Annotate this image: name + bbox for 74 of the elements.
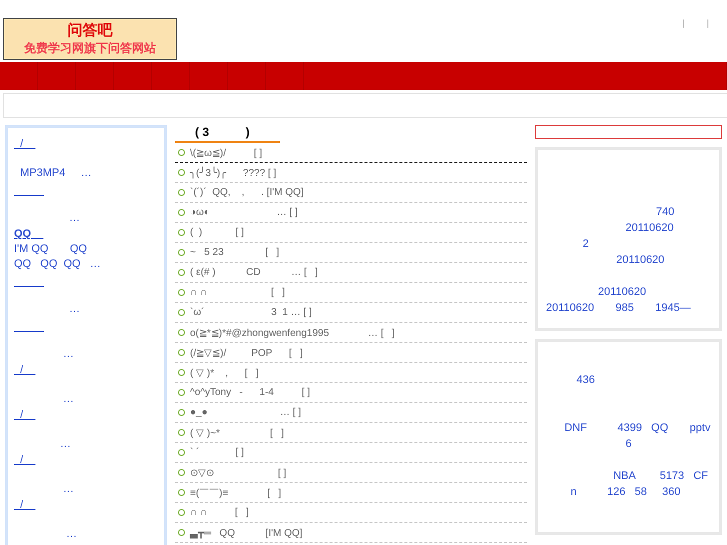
info-text: 6 bbox=[624, 437, 633, 452]
post-link[interactable]: ( ▽ )~* [ ] bbox=[190, 426, 284, 438]
sidebar-link[interactable]: / bbox=[14, 408, 36, 422]
bullet-icon bbox=[178, 189, 185, 196]
sidebar-link[interactable]: / bbox=[14, 363, 36, 377]
post-link[interactable]: ◑ω◐ … [ ] bbox=[190, 207, 298, 218]
info-text: 20110620 bbox=[615, 253, 666, 268]
bullet-icon bbox=[178, 349, 185, 356]
bullet-icon bbox=[178, 269, 185, 276]
sidebar-text: I'M QQ QQ bbox=[14, 242, 88, 257]
bullet-icon bbox=[178, 429, 185, 436]
bullet-icon bbox=[178, 209, 185, 216]
post-link[interactable]: ⊙▽⊙ [ ] bbox=[190, 466, 286, 478]
logo-title: 问答吧 bbox=[68, 22, 112, 40]
post-link[interactable]: ╮(╯3╰)╭ ???? [ ] bbox=[190, 166, 276, 178]
sidebar-link[interactable]: / bbox=[14, 498, 36, 512]
bullet-icon bbox=[178, 449, 185, 456]
post-link[interactable]: ^o^yTony - 1-4 [ ] bbox=[190, 387, 310, 398]
post-link[interactable]: ●_● … [ ] bbox=[190, 407, 301, 418]
post-link[interactable]: o(≧*≦)*#@zhongwenfeng1995 … [ ] bbox=[190, 326, 395, 338]
sidebar-text: … bbox=[68, 302, 82, 317]
info-text: 20110620 bbox=[624, 221, 675, 236]
bullet-icon bbox=[178, 229, 185, 236]
info-text: 740 bbox=[655, 205, 676, 220]
post-link[interactable]: ≡(￣￣)≡ [ ] bbox=[190, 486, 282, 500]
sidebar-link[interactable]: QQ bbox=[14, 227, 44, 241]
sidebar-text: … bbox=[62, 392, 75, 407]
bullet-icon bbox=[178, 289, 185, 296]
sidebar-text: … bbox=[62, 482, 75, 497]
bullet-icon bbox=[178, 149, 185, 156]
bullet-icon bbox=[178, 529, 185, 536]
sidebar-link[interactable]: / bbox=[14, 453, 36, 467]
sidebar-text: QQ QQ QQ … bbox=[14, 257, 102, 272]
post-link[interactable]: \(≧ω≦)/ [ ] bbox=[190, 146, 262, 158]
sidebar-text: … bbox=[68, 211, 82, 226]
sidebar-text: MP3MP4 … bbox=[19, 166, 93, 181]
info-text: NBA 5173 CF bbox=[612, 469, 709, 484]
post-link[interactable]: `ω´ 3 1 … [ ] bbox=[190, 307, 312, 318]
info-text: 20110620 985 1945— bbox=[546, 301, 692, 316]
separator-text: | bbox=[706, 18, 709, 28]
bullet-icon bbox=[178, 489, 185, 496]
bullet-icon bbox=[178, 169, 185, 176]
post-link[interactable]: ` ´ [ ] bbox=[190, 447, 244, 458]
bullet-icon bbox=[178, 309, 185, 316]
logo-subtitle: 免费学习网旗下问答网站 bbox=[24, 40, 156, 56]
sidebar-text: … bbox=[64, 527, 78, 542]
sidebar-text: … bbox=[62, 347, 75, 362]
post-link[interactable]: ∩ ∩ [ ] bbox=[190, 287, 285, 298]
bullet-icon bbox=[178, 249, 185, 256]
bullet-icon bbox=[178, 369, 185, 376]
bullet-icon bbox=[178, 409, 185, 416]
info-text: n 126 58 360 bbox=[569, 485, 682, 500]
separator-text: | bbox=[682, 18, 685, 28]
post-link[interactable]: ~ 5 23 [ ] bbox=[190, 247, 280, 258]
post-link[interactable]: (/≧▽≦)/ POP [ ] bbox=[190, 346, 303, 358]
post-link[interactable]: ∩ ∩ [ ] bbox=[190, 507, 249, 518]
search-field[interactable] bbox=[535, 125, 722, 139]
info-text: 2 bbox=[582, 237, 590, 252]
sidebar-link[interactable]: / bbox=[14, 137, 36, 151]
bullet-icon bbox=[178, 389, 185, 396]
section-heading: ( 3 ) bbox=[175, 125, 280, 143]
sidebar-text: … bbox=[58, 437, 72, 452]
site-logo[interactable]: 问答吧 免费学习网旗下问答网站 bbox=[3, 18, 177, 60]
post-link[interactable]: ( ) [ ] bbox=[190, 227, 244, 238]
post-link[interactable]: ( ε(# ) CD … [ ] bbox=[190, 267, 318, 278]
bullet-icon bbox=[178, 329, 185, 336]
info-text: 20110620 bbox=[596, 285, 648, 300]
post-link[interactable]: ( ▽ )* , [ ] bbox=[190, 366, 259, 378]
bullet-icon bbox=[178, 469, 185, 476]
info-text: DNF 4399 QQ pptv bbox=[563, 421, 711, 436]
post-link[interactable]: `(´)´ QQ, , . [I'M QQ] bbox=[190, 187, 304, 198]
bullet-icon bbox=[178, 509, 185, 516]
info-text: 436 bbox=[576, 373, 596, 388]
post-link[interactable]: ▃┳═ QQ [I'M QQ] bbox=[190, 526, 302, 538]
